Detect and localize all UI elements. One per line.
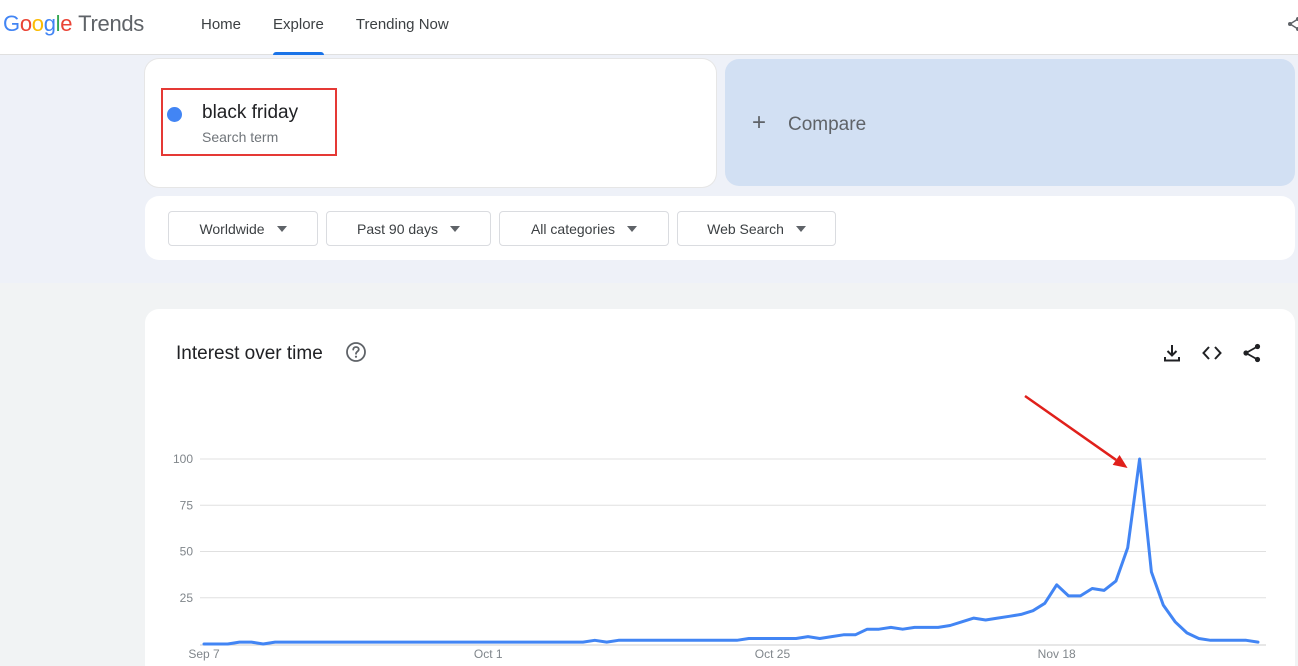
x-tick-label: Oct 1	[474, 647, 503, 661]
y-axis-labels: 100 75 50 25	[173, 452, 193, 605]
arrow-shaft	[1024, 394, 1117, 461]
y-tick-label: 25	[180, 591, 194, 605]
chart-gridlines	[200, 458, 1266, 646]
y-tick-label: 50	[180, 545, 194, 559]
annotation-arrow	[1024, 394, 1128, 468]
x-tick-label: Nov 18	[1038, 647, 1076, 661]
y-tick-label: 100	[173, 452, 193, 466]
y-tick-label: 75	[180, 498, 194, 512]
x-tick-label: Sep 7	[188, 647, 220, 661]
x-tick-label: Oct 25	[755, 647, 791, 661]
arrow-head	[1112, 455, 1128, 468]
x-axis-labels: Sep 7 Oct 1 Oct 25 Nov 18	[188, 647, 1076, 661]
interest-line-chart: 100 75 50 25 Sep 7 Oct 1 Oct 25 Nov 18	[173, 394, 1266, 661]
